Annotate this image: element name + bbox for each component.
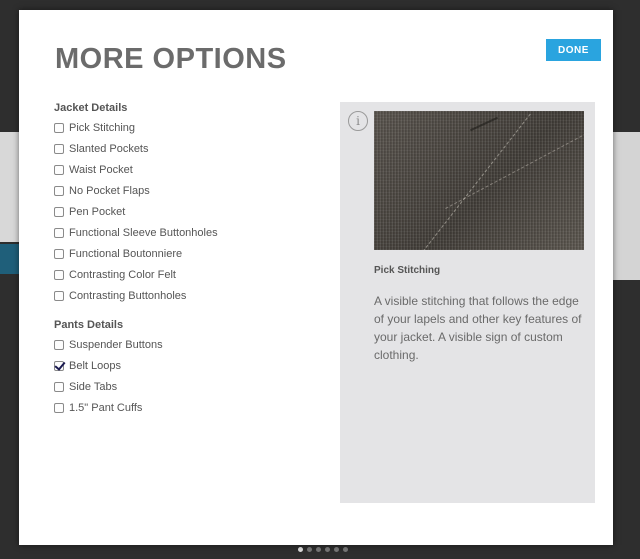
option-checkbox[interactable] xyxy=(54,248,64,259)
option-label: Belt Loops xyxy=(69,359,121,372)
carousel-dot[interactable] xyxy=(316,547,321,552)
jacket-details-heading: Jacket Details xyxy=(54,102,128,114)
option-label: Waist Pocket xyxy=(69,163,133,176)
option-item[interactable]: Side Tabs xyxy=(54,376,163,397)
option-label: Functional Boutonniere xyxy=(69,247,183,260)
option-label: 1.5" Pant Cuffs xyxy=(69,401,143,414)
option-item[interactable]: Waist Pocket xyxy=(54,159,218,180)
option-checkbox[interactable] xyxy=(54,164,64,175)
more-options-modal: MORE OPTIONS DONE Jacket Details Pick St… xyxy=(19,10,613,545)
carousel-dots xyxy=(298,547,348,552)
done-button[interactable]: DONE xyxy=(546,39,601,61)
option-checkbox[interactable] xyxy=(54,185,64,196)
option-label: Contrasting Buttonholes xyxy=(69,289,187,302)
fabric-preview-image xyxy=(374,111,584,250)
stitch-line xyxy=(445,114,584,210)
option-label: Pen Pocket xyxy=(69,205,126,218)
background-panel-left xyxy=(0,132,20,242)
option-label: Side Tabs xyxy=(69,380,118,393)
option-info-panel: i Pick Stitching A visible stitching tha… xyxy=(340,102,595,503)
carousel-dot[interactable] xyxy=(298,547,303,552)
option-checkbox[interactable] xyxy=(54,206,64,217)
carousel-dot[interactable] xyxy=(343,547,348,552)
option-checkbox[interactable] xyxy=(54,381,64,392)
pants-details-heading: Pants Details xyxy=(54,319,124,331)
option-item[interactable]: Contrasting Color Felt xyxy=(54,264,218,285)
info-icon[interactable]: i xyxy=(348,111,368,131)
option-item[interactable]: Pen Pocket xyxy=(54,201,218,222)
option-checkbox[interactable] xyxy=(54,402,64,413)
carousel-dot[interactable] xyxy=(325,547,330,552)
option-item[interactable]: 1.5" Pant Cuffs xyxy=(54,397,163,418)
option-checkbox[interactable] xyxy=(54,290,64,301)
info-description: A visible stitching that follows the edg… xyxy=(374,294,582,362)
option-label: Pick Stitching xyxy=(69,121,136,134)
option-checkbox[interactable] xyxy=(54,143,64,154)
modal-title: MORE OPTIONS xyxy=(55,43,287,75)
option-checkbox[interactable] xyxy=(54,122,64,133)
option-item[interactable]: No Pocket Flaps xyxy=(54,180,218,201)
carousel-dot[interactable] xyxy=(307,547,312,552)
option-item[interactable]: Suspender Buttons xyxy=(54,334,163,355)
info-title: Pick Stitching xyxy=(374,265,441,276)
option-item[interactable]: Pick Stitching xyxy=(54,117,218,138)
option-checkbox[interactable] xyxy=(54,360,64,371)
pants-options-list: Suspender Buttons Belt Loops Side Tabs 1.5"… xyxy=(54,334,163,418)
option-label: Contrasting Color Felt xyxy=(69,268,176,281)
option-label: Functional Sleeve Buttonholes xyxy=(69,226,218,239)
background-bar-left xyxy=(0,244,20,274)
option-label: Suspender Buttons xyxy=(69,338,163,351)
option-item[interactable]: Functional Boutonniere xyxy=(54,243,218,264)
option-checkbox[interactable] xyxy=(54,339,64,350)
option-item[interactable]: Belt Loops xyxy=(54,355,163,376)
option-checkbox[interactable] xyxy=(54,269,64,280)
buttonhole-mark xyxy=(469,116,499,132)
stitch-line xyxy=(394,113,532,250)
option-item[interactable]: Contrasting Buttonholes xyxy=(54,285,218,306)
jacket-options-list: Pick Stitching Slanted Pockets Waist Pocke… xyxy=(54,117,218,306)
carousel-dot[interactable] xyxy=(334,547,339,552)
option-checkbox[interactable] xyxy=(54,227,64,238)
option-item[interactable]: Slanted Pockets xyxy=(54,138,218,159)
option-label: No Pocket Flaps xyxy=(69,184,150,197)
option-label: Slanted Pockets xyxy=(69,142,149,155)
option-item[interactable]: Functional Sleeve Buttonholes xyxy=(54,222,218,243)
background-panel-right xyxy=(612,132,640,280)
